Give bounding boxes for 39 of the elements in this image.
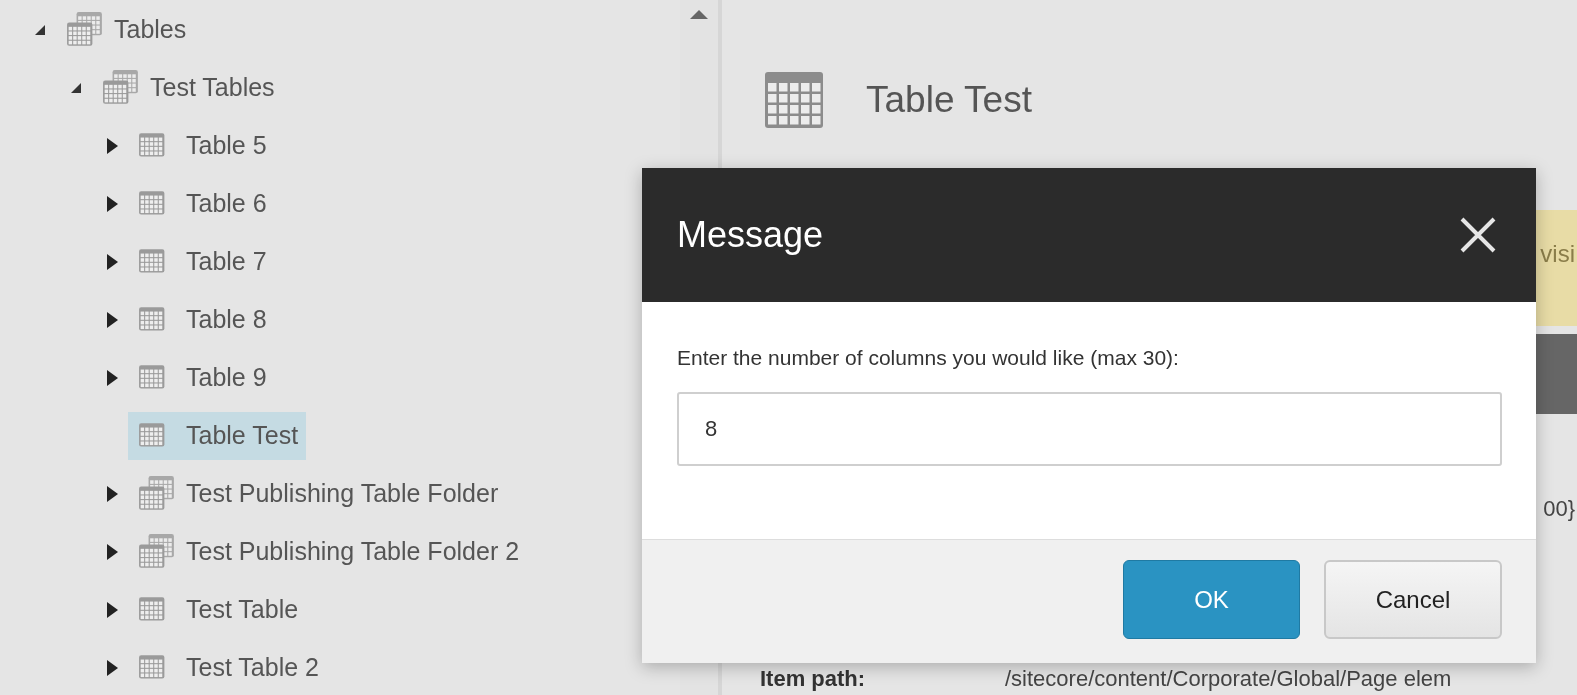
stacked-tables-icon bbox=[66, 12, 104, 48]
tree-item[interactable]: Test Table bbox=[128, 586, 307, 634]
tree-item[interactable]: Test Tables bbox=[92, 64, 283, 112]
dialog-title: Message bbox=[677, 213, 824, 257]
tree-item[interactable]: Table Test bbox=[128, 412, 307, 460]
tree-item[interactable]: Table 9 bbox=[128, 354, 275, 402]
collapsed-triangle-icon[interactable] bbox=[106, 660, 118, 676]
tree-item[interactable]: Table 7 bbox=[128, 238, 275, 286]
tree-item[interactable]: Table 6 bbox=[128, 180, 275, 228]
item-id-text: 00} bbox=[1543, 495, 1575, 523]
expanded-triangle-icon[interactable] bbox=[34, 24, 46, 36]
item-title: Table Test bbox=[866, 78, 1032, 123]
close-icon[interactable] bbox=[1460, 217, 1496, 253]
prompt-text: Enter the number of columns you would like (max 30): bbox=[677, 345, 1180, 371]
tree-item[interactable]: Test Table 2 bbox=[128, 644, 327, 692]
collapsed-triangle-icon[interactable] bbox=[106, 254, 118, 270]
collapsed-triangle-icon[interactable] bbox=[106, 544, 118, 560]
scroll-up-icon[interactable] bbox=[690, 10, 708, 19]
collapsed-triangle-icon[interactable] bbox=[106, 312, 118, 328]
expanded-triangle-icon[interactable] bbox=[70, 82, 82, 94]
tree-item[interactable]: Test Publishing Table Folder bbox=[128, 470, 507, 518]
tree-item[interactable]: Table 5 bbox=[128, 122, 275, 170]
input-field[interactable]: 8 bbox=[677, 391, 1502, 466]
field-value: /sitecore/content/Corporate/Global/Page elem bbox=[1005, 665, 1452, 693]
field-label: Item path: bbox=[760, 665, 867, 693]
collapsed-triangle-icon[interactable] bbox=[106, 370, 118, 386]
table-icon bbox=[764, 71, 824, 129]
stacked-tables-icon bbox=[138, 534, 176, 570]
cancel-button[interactable]: Cancel bbox=[1324, 560, 1502, 639]
ok-button[interactable]: OK bbox=[1123, 560, 1300, 639]
collapsed-triangle-icon[interactable] bbox=[106, 486, 118, 502]
tree-item[interactable]: Table 8 bbox=[128, 296, 275, 344]
collapsed-triangle-icon[interactable] bbox=[106, 196, 118, 212]
tree-item[interactable]: Test Publishing Table Folder 2 bbox=[128, 528, 528, 576]
stacked-tables-icon bbox=[102, 70, 140, 106]
tree-item[interactable]: Tables bbox=[56, 6, 195, 54]
stacked-tables-icon bbox=[138, 476, 176, 512]
collapsed-triangle-icon[interactable] bbox=[106, 138, 118, 154]
collapsed-triangle-icon[interactable] bbox=[106, 602, 118, 618]
